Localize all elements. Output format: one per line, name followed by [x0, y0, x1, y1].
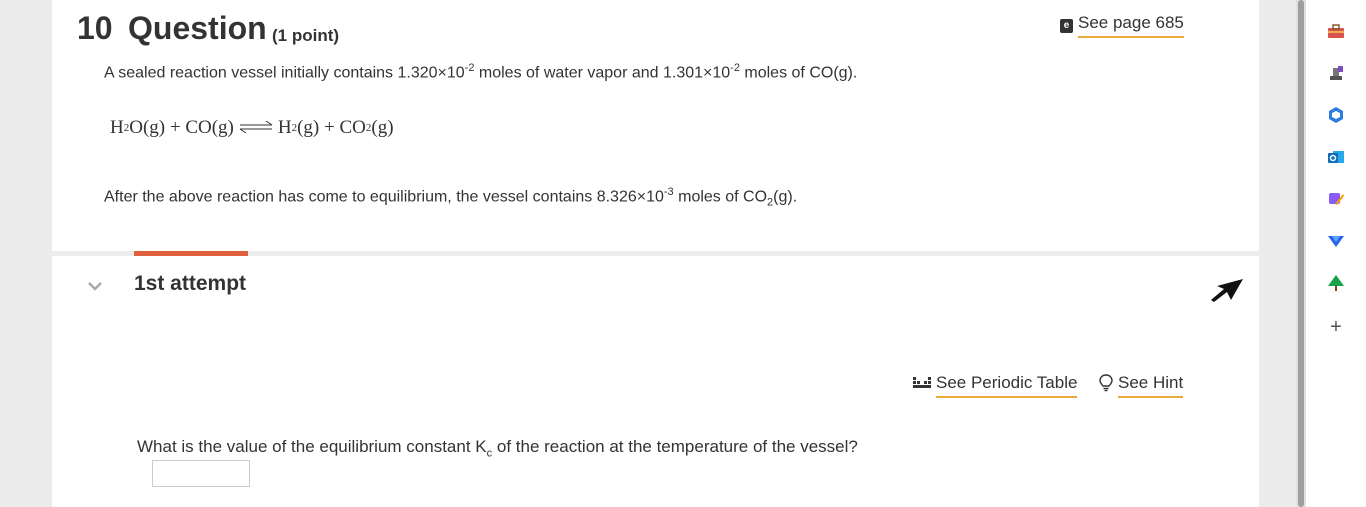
- ebook-icon: e: [1060, 18, 1073, 33]
- chess-icon[interactable]: [1327, 64, 1345, 82]
- periodic-table-icon: [912, 375, 932, 396]
- hint-label: See Hint: [1118, 373, 1184, 398]
- question-title: Question: [128, 10, 267, 46]
- plus-icon[interactable]: +: [1327, 316, 1345, 338]
- reaction-equation: H 2 O(g) + CO(g) H 2 (g) + CO 2 (g): [110, 117, 394, 139]
- send-icon[interactable]: [1327, 232, 1345, 250]
- attempt-card: 1st attempt See Periodic Table See Hint …: [52, 256, 1259, 507]
- toolbox-icon[interactable]: [1327, 22, 1345, 40]
- equilibrium-arrow-icon: [238, 117, 274, 139]
- scrollbar-thumb[interactable]: [1298, 0, 1304, 507]
- arrow-cursor-icon: [1209, 276, 1245, 307]
- question-card: 10 Question (1 point) e See page 685 A s…: [52, 0, 1259, 251]
- tree-icon[interactable]: [1327, 274, 1345, 292]
- question-intro: A sealed reaction vessel initially conta…: [104, 62, 858, 82]
- question-number: 10: [77, 10, 113, 46]
- lightbulb-icon: [1098, 374, 1114, 397]
- equilibrium-statement: After the above reaction has come to equ…: [104, 186, 798, 209]
- designer-icon[interactable]: [1327, 190, 1345, 208]
- answer-input[interactable]: [152, 460, 250, 487]
- see-page-link[interactable]: e See page 685: [1060, 13, 1184, 38]
- attempt-label: 1st attempt: [134, 272, 247, 295]
- hint-link[interactable]: See Hint: [1098, 373, 1184, 398]
- periodic-table-label: See Periodic Table: [936, 373, 1078, 398]
- question-points: (1 point): [272, 26, 340, 45]
- outlook-icon[interactable]: [1327, 148, 1345, 166]
- equilibrium-constant-prompt: What is the value of the equilibrium con…: [137, 437, 858, 460]
- periodic-table-link[interactable]: See Periodic Table: [912, 373, 1078, 398]
- see-page-label: See page 685: [1078, 13, 1184, 38]
- browser-sidebar: +: [1306, 0, 1366, 507]
- chevron-down-icon[interactable]: [88, 278, 102, 294]
- copilot-icon[interactable]: [1327, 106, 1345, 124]
